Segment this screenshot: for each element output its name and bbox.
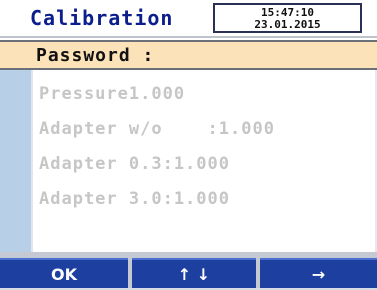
calibration-screen: Calibration 15:47:10 23.01.2015 Password… [0, 0, 377, 288]
menu-item-adapter-wo[interactable]: Adapter w/o :1.000 [39, 119, 275, 139]
ok-button[interactable]: OK [0, 258, 128, 288]
header-bar: Calibration 15:47:10 23.01.2015 [0, 0, 377, 38]
menu-panel: Pressure1.000 Adapter w/o :1.000 Adapter… [0, 70, 377, 252]
up-down-button[interactable]: ↑ ↓ [132, 258, 256, 288]
date-readout: 23.01.2015 [254, 18, 321, 31]
page-title: Calibration [30, 6, 174, 30]
date-time-display: 15:47:10 23.01.2015 [213, 3, 362, 33]
softkey-bar: OK ↑ ↓ → [0, 252, 377, 288]
left-bar-divider [31, 70, 33, 252]
left-accent-bar [0, 70, 31, 252]
password-label: Password : [36, 45, 155, 66]
menu-item-adapter-0-3[interactable]: Adapter 0.3:1.000 [39, 154, 230, 174]
password-row[interactable]: Password : [0, 40, 377, 70]
right-arrow-button[interactable]: → [260, 258, 377, 288]
menu-item-pressure[interactable]: Pressure1.000 [39, 84, 185, 104]
menu-item-adapter-3-0[interactable]: Adapter 3.0:1.000 [39, 189, 230, 209]
